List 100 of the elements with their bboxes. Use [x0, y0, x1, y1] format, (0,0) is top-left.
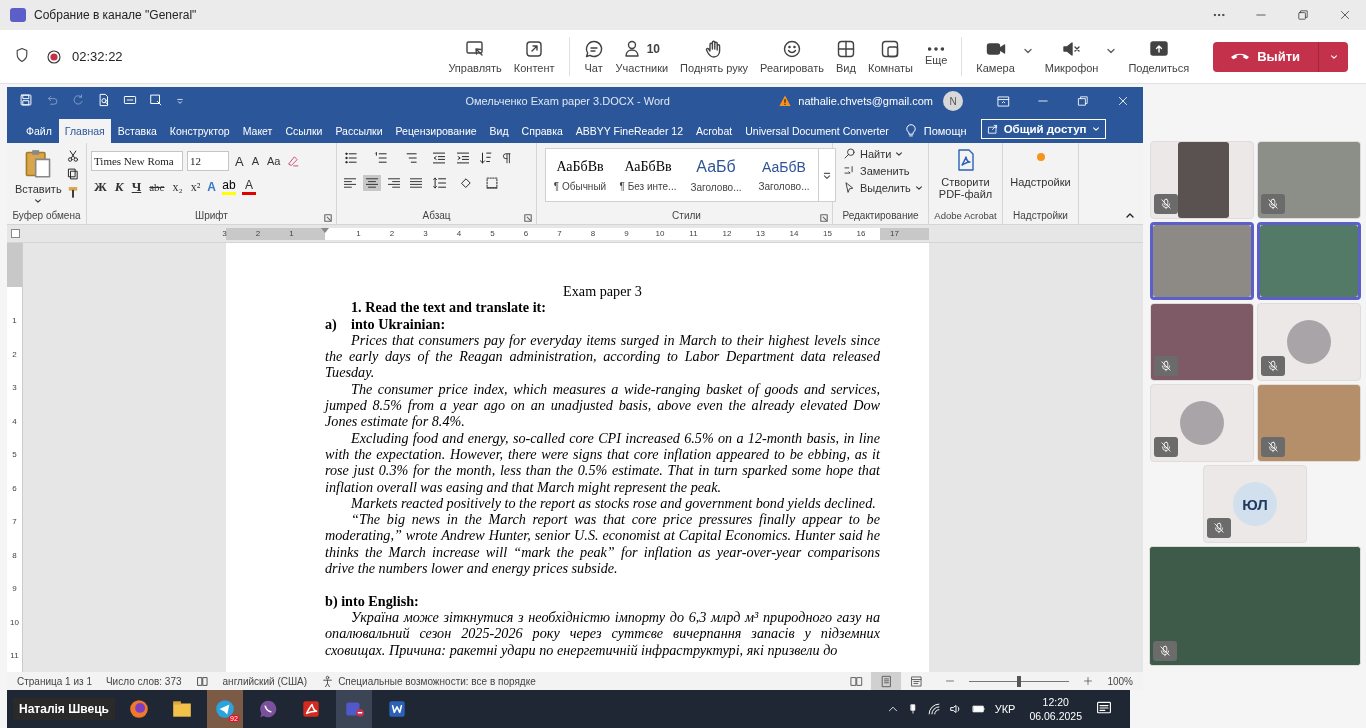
ribbon-tab[interactable]: Конструктор: [163, 119, 236, 143]
phone-hangup-icon: [1231, 52, 1250, 61]
ribbon-tab[interactable]: Справка: [515, 119, 569, 143]
ribbon-tab[interactable]: Universal Document Converter: [739, 119, 895, 143]
shrink-font-button[interactable]: A: [249, 154, 261, 168]
ribbon-tab[interactable]: Ссылки: [279, 119, 329, 143]
effects-button[interactable]: A: [205, 181, 218, 193]
leave-options-button[interactable]: [1318, 41, 1348, 72]
react-button[interactable]: Реагировать: [754, 37, 830, 76]
tab-selector-icon[interactable]: [10, 229, 20, 238]
ribbon-tab[interactable]: ABBYY FineReader 12: [569, 119, 690, 143]
create-pdf-button[interactable]: Створити PDF-файл: [933, 147, 998, 210]
mic-button[interactable]: Микрофон: [1038, 37, 1105, 76]
account-email[interactable]: nathalie.chvets@gmail.com: [798, 95, 933, 107]
ribbon-tab[interactable]: Рассылки: [329, 119, 389, 143]
account-avatar[interactable]: N: [943, 91, 963, 111]
people-button[interactable]: 10 Участники: [609, 37, 675, 76]
participant-tile[interactable]: [1149, 222, 1254, 300]
vertical-ruler[interactable]: 1 2 3 4 5 6 7 8 9 10 11: [7, 243, 23, 672]
style-option[interactable]: АаБбВв ¶ Обычный: [546, 149, 614, 201]
leave-button[interactable]: Выйти: [1213, 41, 1318, 72]
change-case-button[interactable]: Aa: [265, 154, 283, 168]
ribbon-tab[interactable]: Файл: [20, 119, 58, 143]
sort-icon[interactable]: [479, 151, 493, 165]
cut-icon[interactable]: [65, 149, 80, 163]
clock[interactable]: 12:20 06.06.2025: [1029, 695, 1082, 723]
language-status[interactable]: английский (США): [222, 675, 308, 687]
indent-marker[interactable]: [321, 228, 329, 233]
view-button[interactable]: Вид: [829, 37, 862, 76]
participant-tile[interactable]: [1256, 222, 1361, 300]
ribbon-tab[interactable]: Главная: [58, 119, 111, 143]
dialog-launcher-icon[interactable]: [524, 214, 532, 222]
style-option[interactable]: АаБбВ Заголово...: [750, 149, 818, 201]
decrease-indent-icon[interactable]: [431, 151, 447, 165]
share-button[interactable]: Поделиться: [1122, 37, 1196, 76]
sub-button[interactable]: x₂: [169, 179, 186, 195]
ribbon-tab[interactable]: Вставка: [111, 119, 163, 143]
restore-icon[interactable]: [1077, 95, 1089, 107]
strike-button[interactable]: abc: [146, 181, 168, 193]
italic-button[interactable]: К: [111, 179, 127, 195]
align-button[interactable]: [385, 175, 403, 191]
dialog-launcher-icon[interactable]: [820, 214, 828, 222]
hand-button[interactable]: Поднять руку: [674, 37, 755, 76]
chat-button[interactable]: Чат: [577, 37, 610, 76]
zoom-slider[interactable]: [1017, 675, 1022, 687]
align-button[interactable]: [341, 175, 359, 191]
read-mode-icon[interactable]: [123, 93, 137, 107]
color-button[interactable]: A: [239, 179, 258, 195]
ribbon-display-icon[interactable]: [996, 94, 1010, 108]
keyboard-language[interactable]: УКР: [994, 703, 1016, 715]
ribbon-tab[interactable]: Макет: [236, 119, 279, 143]
align-icon: [409, 176, 423, 190]
clear-formatting-icon[interactable]: [286, 154, 301, 168]
ribbon-tab[interactable]: Рецензирование: [389, 119, 483, 143]
restore-icon[interactable]: [1297, 9, 1309, 21]
save-icon[interactable]: [19, 93, 33, 107]
zoom-level[interactable]: 100%: [1107, 675, 1133, 687]
rooms-button[interactable]: Комнаты: [861, 37, 919, 76]
ribbon-tab[interactable]: Acrobat: [690, 119, 739, 143]
bold-button[interactable]: Ж: [91, 179, 110, 195]
dialog-launcher-icon[interactable]: [324, 214, 332, 222]
notifications-icon[interactable]: [1096, 700, 1112, 716]
participant-tile[interactable]: ЮЛ: [1203, 465, 1307, 543]
grow-font-button[interactable]: A: [233, 152, 246, 170]
style-option[interactable]: АаБбВв ¶ Без инте...: [614, 149, 682, 201]
more-button[interactable]: Еще: [918, 45, 954, 68]
highlight-button[interactable]: ab: [219, 179, 238, 195]
find-button[interactable]: Найти: [843, 147, 924, 160]
font-size-field[interactable]: 12: [187, 151, 229, 171]
print-preview-icon[interactable]: [97, 93, 111, 107]
sup-button[interactable]: x²: [187, 179, 204, 195]
word-count[interactable]: Число слов: 373: [105, 675, 182, 687]
align-button[interactable]: [363, 175, 381, 191]
proofing-book-icon[interactable]: [195, 674, 209, 688]
copy-icon[interactable]: [65, 167, 80, 181]
close-icon[interactable]: [1117, 95, 1129, 107]
align-button[interactable]: [407, 175, 425, 191]
close-icon[interactable]: [1339, 9, 1351, 21]
view-button[interactable]: [871, 672, 902, 690]
font-name-field[interactable]: Times New Roma: [91, 151, 183, 171]
select-button[interactable]: Выделить: [843, 181, 924, 194]
align-icon: [365, 176, 379, 190]
camera-button[interactable]: Камера: [970, 37, 1021, 76]
paste-button[interactable]: Вставить: [11, 147, 66, 210]
ribbon-tab[interactable]: Вид: [483, 119, 515, 143]
document-save-icon[interactable]: [149, 93, 163, 107]
wifi-icon[interactable]: [926, 702, 941, 716]
pilcrow-icon[interactable]: [501, 151, 513, 165]
increase-indent-icon[interactable]: [455, 151, 471, 165]
share-button[interactable]: Общий доступ: [980, 119, 1106, 139]
content-button[interactable]: Контент: [507, 37, 561, 76]
underline-button[interactable]: Ч: [128, 179, 145, 195]
manage-button[interactable]: Управлять: [442, 37, 508, 76]
style-option[interactable]: АаБб Заголово...: [682, 149, 750, 201]
add-ins-button[interactable]: Надстройки: [1007, 147, 1074, 210]
tell-me-field[interactable]: Помощн: [923, 125, 967, 137]
page-count[interactable]: Страница 1 из 1: [17, 675, 92, 687]
replace-button[interactable]: Заменить: [843, 164, 924, 177]
accessibility-status[interactable]: Специальные возможности: все в порядке: [338, 675, 536, 687]
zoom-in-icon[interactable]: [1083, 676, 1094, 686]
